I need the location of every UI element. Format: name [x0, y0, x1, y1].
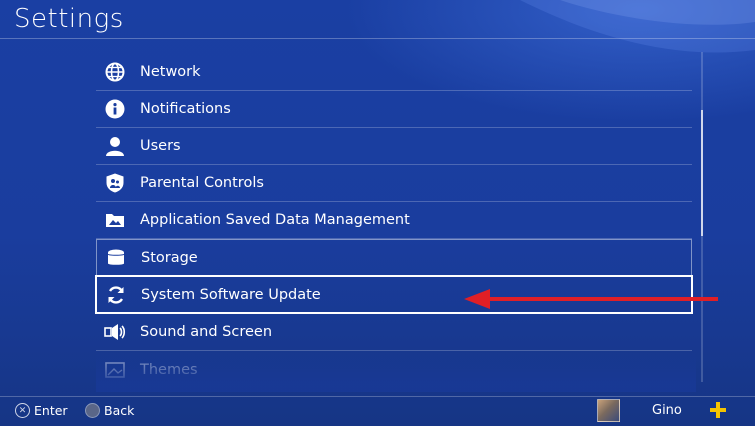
menu-item-label: System Software Update — [141, 286, 321, 303]
user-icon — [104, 135, 126, 157]
menu-item-sound-and-screen[interactable]: Sound and Screen — [96, 314, 692, 351]
ps-plus-icon — [710, 402, 726, 418]
cross-button-icon: ✕ — [15, 403, 30, 418]
globe-icon — [104, 61, 126, 83]
themes-icon — [104, 359, 126, 381]
page-title: Settings — [14, 4, 124, 34]
menu-item-storage[interactable]: Storage — [96, 239, 692, 276]
menu-item-themes[interactable]: Themes — [96, 351, 692, 388]
enter-hint[interactable]: ✕ Enter — [15, 403, 68, 418]
menu-item-label: Sound and Screen — [140, 324, 273, 340]
settings-menu: Network Notifications Users Parental Con… — [95, 54, 693, 388]
menu-item-label: Users — [140, 138, 181, 154]
speaker-icon — [104, 321, 126, 343]
back-label: Back — [104, 403, 135, 418]
annotation-arrow — [464, 289, 718, 309]
user-name: Gino — [652, 403, 682, 418]
folder-icon — [104, 209, 126, 231]
menu-item-label: Application Saved Data Management — [140, 212, 410, 228]
back-hint[interactable]: Back — [85, 403, 134, 418]
storage-icon — [105, 247, 127, 269]
menu-item-users[interactable]: Users — [96, 128, 692, 165]
avatar — [597, 399, 620, 422]
shield-family-icon — [104, 172, 126, 194]
menu-item-label: Themes — [140, 361, 198, 378]
menu-item-parental-controls[interactable]: Parental Controls — [96, 165, 692, 202]
info-icon — [104, 98, 126, 120]
menu-item-label: Storage — [141, 249, 198, 266]
menu-item-label: Parental Controls — [140, 175, 264, 191]
refresh-icon — [105, 284, 127, 306]
menu-item-network[interactable]: Network — [96, 54, 692, 91]
enter-label: Enter — [34, 403, 68, 418]
menu-item-label: Network — [140, 64, 201, 80]
footer-bar: ✕ Enter Back Gino — [0, 398, 755, 426]
footer-divider — [0, 396, 755, 397]
menu-item-notifications[interactable]: Notifications — [96, 91, 692, 128]
circle-button-icon — [85, 403, 100, 418]
menu-item-label: Notifications — [140, 101, 231, 117]
title-divider — [0, 38, 755, 39]
scrollbar-thumb[interactable] — [701, 110, 703, 236]
menu-item-saved-data[interactable]: Application Saved Data Management — [96, 202, 692, 239]
